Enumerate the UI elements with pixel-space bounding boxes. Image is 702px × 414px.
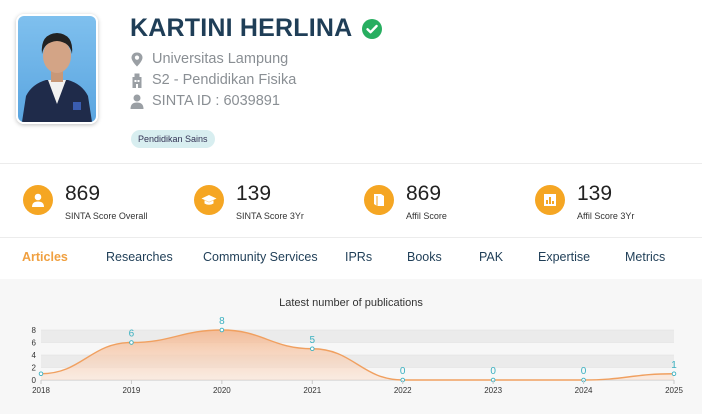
data-label: 0 [400,366,406,377]
sinta-id: SINTA ID : 6039891 [152,93,280,109]
publications-chart-panel: Latest number of publications 0 2 4 6 8 2018 6… [0,279,702,414]
x-tick-label: 2025 [665,386,683,395]
score-stats: 869 SINTA Score Overall 139 SINTA Score … [0,163,702,238]
x-tick-label: 2022 [394,386,412,395]
stat-value: 869 [65,182,101,205]
x-tick-label: 2023 [484,386,502,395]
stat-label: SINTA Score Overall [65,211,148,221]
tab-iprs[interactable]: IPRs [345,250,372,264]
tab-metrics[interactable]: Metrics [625,250,665,264]
tab-books[interactable]: Books [407,250,442,264]
x-tick-label: 2018 [32,386,50,395]
stat-label: Affil Score 3Yr [577,211,635,221]
x-tick-label: 2020 [213,386,231,395]
book-icon [374,194,384,206]
x-tick-label: 2019 [123,386,141,395]
bar-chart-icon [544,194,556,206]
y-tick-label: 4 [32,351,37,360]
stat-value: 139 [236,182,272,205]
x-tick-label: 2024 [575,386,593,395]
avatar [16,14,98,124]
tab-researches[interactable]: Researches [106,250,173,264]
building-icon [132,73,142,88]
graduation-cap-icon [201,195,217,205]
data-label: 0 [581,366,587,377]
data-label: 6 [129,329,135,340]
profile-name: KARTINI HERLINA [130,14,353,42]
verified-check-icon [362,18,383,39]
data-label: 0 [490,366,496,377]
data-label: 1 [671,360,677,371]
university-link[interactable]: Universitas Lampung [152,51,288,67]
y-tick-label: 6 [32,339,37,348]
x-tick-label: 2021 [303,386,321,395]
data-point [38,371,44,376]
expertise-tag[interactable]: Pendidikan Sains [131,130,215,148]
program-row: S2 - Pendidikan Fisika [130,72,296,88]
stat-label: Affil Score [406,211,447,221]
profile-tabs: Articles Researches Community Services I… [0,238,702,278]
publications-chart: 0 2 4 6 8 2018 6 2019 8 2020 5 2021 0 2022 0 2023 0 2024 1… [32,316,684,395]
map-marker-icon [131,52,143,66]
profile-header: KARTINI HERLINA Universitas Lampung S2 -… [0,0,702,163]
data-point [310,346,315,351]
data-point [129,340,134,345]
tab-pak[interactable]: PAK [479,250,503,264]
user-icon [130,94,144,109]
user-icon [32,193,44,207]
grid-band [41,330,674,343]
university-row: Universitas Lampung [130,51,288,67]
tab-expertise[interactable]: Expertise [538,250,590,264]
y-tick-label: 2 [32,364,37,373]
stat-label: SINTA Score 3Yr [236,211,304,221]
data-point [219,327,225,333]
sinta-id-row: SINTA ID : 6039891 [130,93,280,109]
stat-value: 139 [577,182,613,205]
data-label: 8 [219,316,225,327]
data-point [671,371,677,376]
data-label: 5 [310,335,316,346]
tab-community-services[interactable]: Community Services [203,250,318,264]
tab-articles[interactable]: Articles [22,250,68,264]
stat-value: 869 [406,182,442,205]
y-tick-label: 0 [32,376,37,385]
y-tick-label: 8 [32,326,37,335]
program-link[interactable]: S2 - Pendidikan Fisika [152,72,296,88]
